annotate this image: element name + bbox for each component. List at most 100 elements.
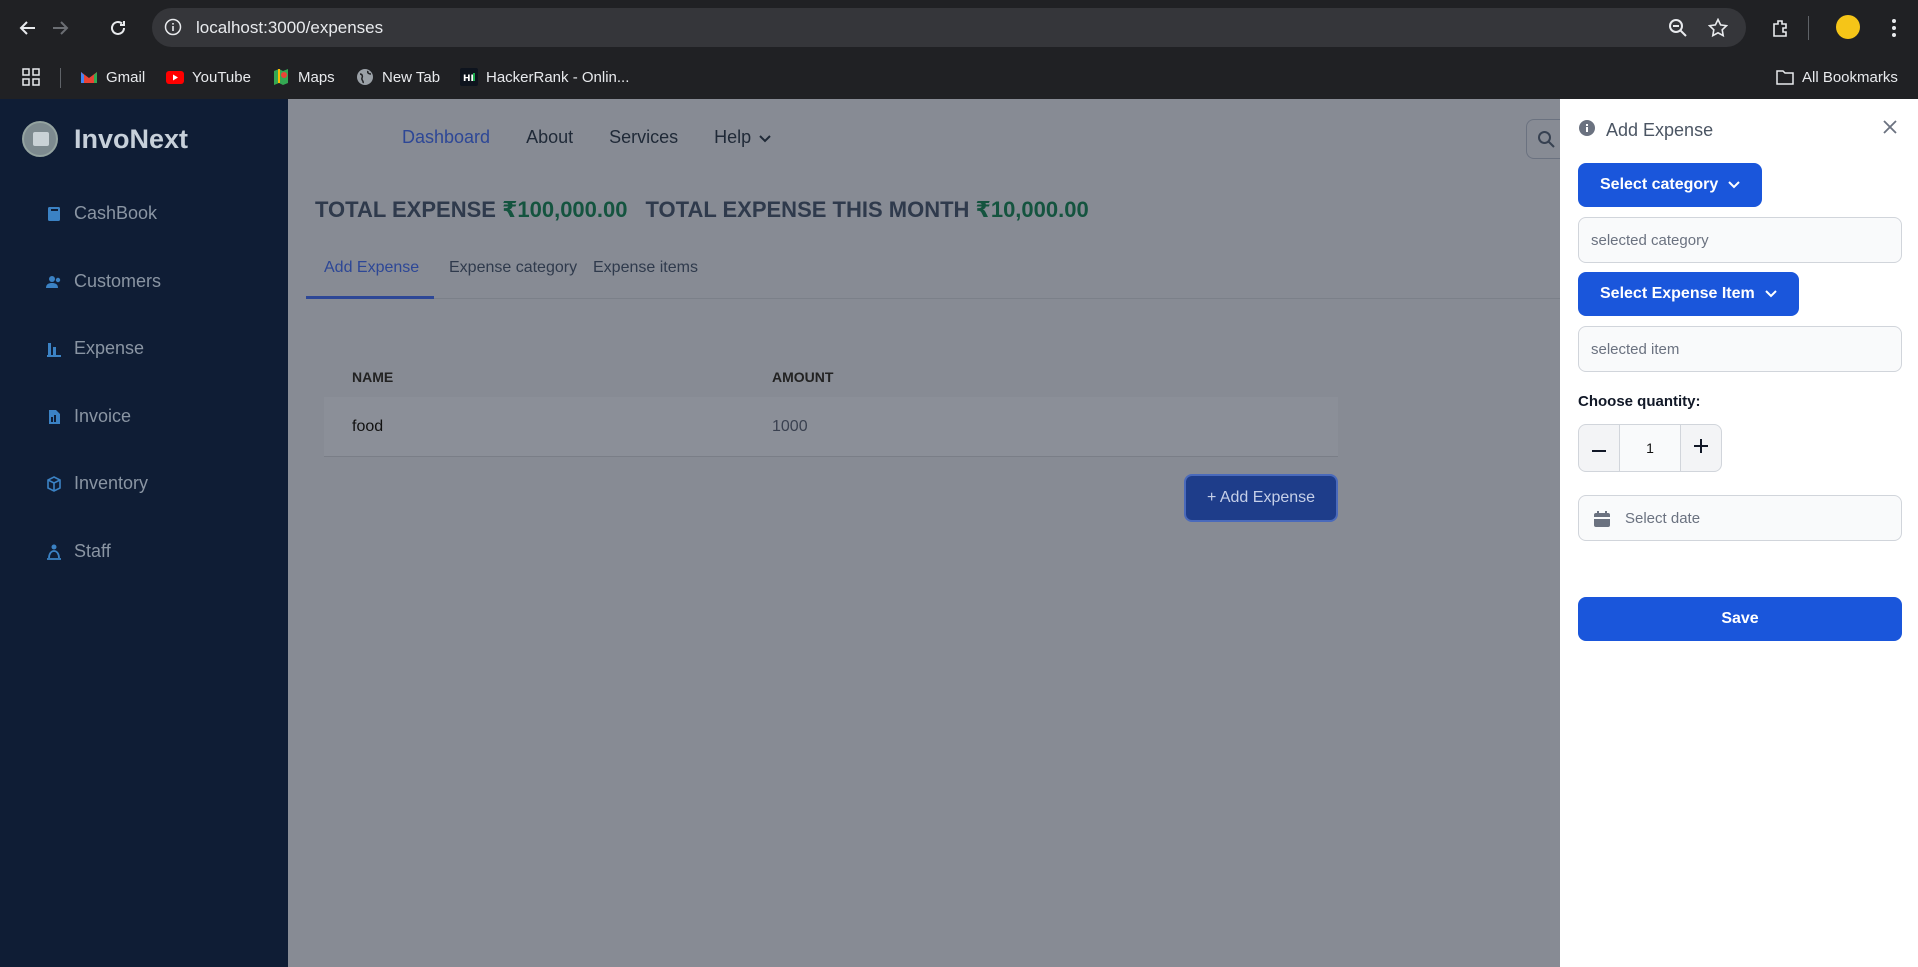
reload-icon[interactable] bbox=[104, 14, 132, 42]
users-icon bbox=[46, 274, 62, 290]
chevron-down-icon bbox=[759, 127, 771, 148]
star-icon[interactable] bbox=[1707, 17, 1729, 43]
sidebar-item-expense[interactable]: Expense bbox=[46, 338, 144, 359]
drawer-header: Add Expense bbox=[1578, 119, 1713, 142]
expense-tabs: Add Expense Expense category Expense ite… bbox=[306, 245, 1560, 299]
address-bar[interactable]: localhost:3000/expenses bbox=[152, 8, 1746, 47]
forward-icon[interactable] bbox=[46, 14, 74, 42]
brand[interactable]: InvoNext bbox=[22, 121, 188, 157]
zoom-icon[interactable] bbox=[1668, 18, 1688, 43]
bookmark-label: HackerRank - Onlin... bbox=[486, 68, 630, 86]
sidebar-item-customers[interactable]: Customers bbox=[46, 271, 161, 292]
minus-icon bbox=[1592, 439, 1606, 457]
sidebar-item-label: CashBook bbox=[74, 203, 158, 223]
bookmark-hackerrank[interactable]: HI HackerRank - Onlin... bbox=[460, 66, 629, 88]
bookmark-label: YouTube bbox=[192, 68, 251, 86]
profile-avatar[interactable] bbox=[1836, 15, 1860, 39]
plus-icon bbox=[1694, 438, 1708, 458]
quantity-label: Choose quantity: bbox=[1578, 393, 1701, 410]
drawer-title: Add Expense bbox=[1606, 120, 1714, 140]
chevron-down-icon bbox=[1765, 285, 1777, 303]
cube-icon bbox=[46, 475, 62, 492]
file-invoice-icon bbox=[46, 409, 62, 425]
totals-summary: TOTAL EXPENSE ₹100,000.00 TOTAL EXPENSE … bbox=[315, 197, 1089, 223]
search-icon bbox=[1537, 130, 1555, 153]
decrement-button[interactable] bbox=[1578, 424, 1620, 472]
sidebar-item-inventory[interactable]: Inventory bbox=[46, 473, 148, 494]
expense-table: NAME AMOUNT food 1000 bbox=[324, 357, 1338, 457]
extensions-icon[interactable] bbox=[1766, 14, 1794, 42]
bookmarks-divider bbox=[60, 68, 61, 88]
sidebar-item-invoice[interactable]: Invoice bbox=[46, 406, 131, 427]
column-header-name: NAME bbox=[352, 369, 394, 385]
bookmark-label: Maps bbox=[298, 68, 335, 86]
globe-icon bbox=[356, 68, 374, 86]
youtube-icon bbox=[166, 68, 184, 86]
sidebar-item-staff[interactable]: Staff bbox=[46, 541, 111, 562]
bookmark-new-tab[interactable]: New Tab bbox=[356, 66, 440, 88]
select-expense-item-label: Select Expense Item bbox=[1600, 285, 1755, 302]
chart-bar-icon bbox=[46, 341, 62, 357]
bookmark-youtube[interactable]: YouTube bbox=[166, 66, 251, 88]
select-category-label: Select category bbox=[1600, 176, 1719, 193]
toolbar-divider bbox=[1808, 16, 1809, 40]
date-placeholder: Select date bbox=[1625, 509, 1701, 527]
sidebar-item-label: Staff bbox=[74, 541, 111, 561]
quantity-input[interactable]: 1 bbox=[1620, 424, 1680, 472]
month-expense-label: TOTAL EXPENSE THIS MONTH bbox=[645, 197, 970, 222]
nav-services[interactable]: Services bbox=[609, 127, 678, 148]
sidebar-item-label: Customers bbox=[74, 271, 162, 291]
hackerrank-icon: HI bbox=[460, 68, 478, 86]
sidebar-item-label: Inventory bbox=[74, 473, 149, 493]
main-content: Dashboard About Services Help TOTAL EXPE… bbox=[288, 99, 1566, 967]
brand-name: InvoNext bbox=[74, 123, 189, 154]
tab-expense-items[interactable]: Expense items bbox=[593, 259, 698, 277]
browser-toolbar: localhost:3000/expenses bbox=[0, 0, 1918, 54]
gmail-icon bbox=[80, 68, 98, 86]
person-icon bbox=[46, 544, 62, 560]
add-expense-button[interactable]: + Add Expense bbox=[1184, 474, 1338, 522]
table-row[interactable]: food 1000 bbox=[324, 397, 1338, 457]
tab-add-expense[interactable]: Add Expense bbox=[324, 259, 419, 277]
selected-category-field[interactable]: selected category bbox=[1578, 217, 1902, 263]
column-header-amount: AMOUNT bbox=[772, 369, 834, 385]
increment-button[interactable] bbox=[1680, 424, 1722, 472]
total-expense-label: TOTAL EXPENSE bbox=[315, 197, 496, 222]
site-info-icon[interactable] bbox=[164, 18, 182, 41]
nav-dashboard[interactable]: Dashboard bbox=[402, 127, 490, 148]
nav-help-label: Help bbox=[714, 127, 752, 147]
back-icon[interactable] bbox=[14, 14, 42, 42]
tab-expense-category[interactable]: Expense category bbox=[449, 259, 577, 277]
brand-logo bbox=[22, 121, 58, 157]
info-icon bbox=[1578, 119, 1596, 142]
sidebar-item-label: Expense bbox=[74, 338, 145, 358]
sidebar: InvoNext CashBook Customers Expense Invo… bbox=[0, 99, 288, 967]
cell-name: food bbox=[352, 417, 384, 435]
bookmark-maps[interactable]: Maps bbox=[272, 66, 335, 88]
browser-chrome: localhost:3000/expenses Gmail YouTube Ma… bbox=[0, 0, 1918, 99]
select-category-button[interactable]: Select category bbox=[1578, 163, 1763, 207]
month-expense: TOTAL EXPENSE THIS MONTH ₹10,000.00 bbox=[645, 197, 1088, 223]
all-bookmarks[interactable]: All Bookmarks bbox=[1776, 66, 1898, 88]
cell-amount: 1000 bbox=[772, 417, 808, 435]
sidebar-item-label: Invoice bbox=[74, 406, 132, 426]
nav-about[interactable]: About bbox=[526, 127, 573, 148]
bookmark-gmail[interactable]: Gmail bbox=[80, 66, 145, 88]
select-expense-item-button[interactable]: Select Expense Item bbox=[1578, 272, 1799, 316]
active-tab-indicator bbox=[306, 296, 434, 299]
menu-icon[interactable] bbox=[1880, 14, 1908, 42]
nav-help[interactable]: Help bbox=[714, 127, 771, 148]
save-button[interactable]: Save bbox=[1578, 597, 1902, 641]
close-icon[interactable] bbox=[1882, 119, 1898, 140]
total-expense-value: ₹100,000.00 bbox=[502, 197, 628, 222]
bookmarks-bar: Gmail YouTube Maps New Tab HI HackerRank… bbox=[0, 54, 1918, 99]
sidebar-item-cashbook[interactable]: CashBook bbox=[46, 203, 157, 224]
date-picker[interactable]: Select date bbox=[1578, 495, 1902, 541]
apps-icon[interactable] bbox=[22, 66, 40, 88]
selected-item-field[interactable]: selected item bbox=[1578, 326, 1902, 372]
quantity-stepper: 1 bbox=[1578, 424, 1722, 472]
table-header: NAME AMOUNT bbox=[324, 357, 1338, 397]
month-expense-value: ₹10,000.00 bbox=[975, 197, 1089, 222]
total-expense: TOTAL EXPENSE ₹100,000.00 bbox=[315, 197, 627, 223]
folder-icon bbox=[1776, 68, 1794, 86]
